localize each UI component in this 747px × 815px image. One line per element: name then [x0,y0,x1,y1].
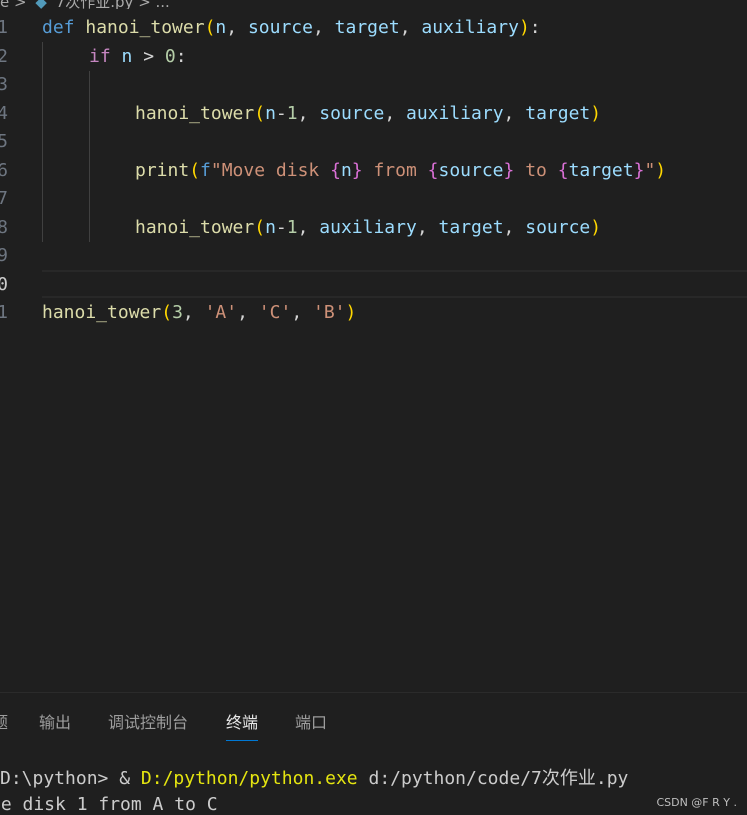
line-number: 2 [0,45,8,67]
tab-debug-console[interactable]: 调试控制台 [108,709,188,733]
variable: target [568,159,634,181]
bracket: } [351,159,363,181]
string: "Move disk [210,159,331,181]
tab-terminal[interactable]: 终端 [226,709,259,741]
function-name: hanoi_tower [135,102,255,124]
terminal-argument: d:/python/code/7次作业.py [357,768,629,789]
code-line[interactable]: print(f"Move disk {n} from {source} to {… [135,157,666,186]
tab-problems[interactable]: 题 [0,709,8,733]
number: 0 [164,45,176,67]
line-number: 8 [0,216,8,238]
breadcrumb-suffix[interactable]: > ... [138,0,170,9]
breadcrumb-file[interactable]: 7次作业.py [56,0,134,9]
terminal-command-line[interactable]: D:\python> & D:/python/python.exe d:/pyt… [0,766,628,792]
code-line[interactable]: def hanoi_tower(n, source, target, auxil… [42,14,541,43]
breadcrumb-prefix: e > [0,0,27,9]
punctuation: : [175,45,187,67]
function-name: hanoi_tower [135,216,255,238]
parameter: auxiliary [421,17,519,38]
bracket: { [427,159,439,181]
variable: n [121,45,133,67]
punctuation: , [399,17,422,38]
bracket: ( [189,159,201,181]
variable: target [438,216,504,238]
indent-guide [42,42,43,242]
tab-output[interactable]: 输出 [39,709,71,733]
terminal-output-line: ve disk 1 from A to C [0,794,218,815]
punctuation: , [312,17,335,38]
function-name: print [135,159,190,181]
variable: source [525,216,591,238]
number: 1 [286,216,298,238]
current-line-highlight [42,270,747,298]
variable: auxiliary [319,216,417,238]
string: " [644,159,656,181]
bracket: ) [655,159,667,181]
bracket: } [633,159,645,181]
function-name: hanoi_tower [42,302,162,323]
string: from [362,159,428,181]
bracket: ) [518,17,530,38]
breadcrumb[interactable]: e > ◆ 7次作业.py > ... [0,0,170,9]
operator: - [275,216,287,238]
bracket: ( [254,216,266,238]
variable: n [265,216,276,238]
variable: n [265,102,276,124]
string: 'A' [204,302,238,323]
line-number: 1 [0,17,8,38]
bracket: ( [161,302,173,323]
string: to [514,159,558,181]
bracket: { [330,159,341,181]
bracket: ) [345,302,357,323]
terminal-executable: D:/python/python.exe [140,768,358,789]
line-number: 5 [0,131,8,152]
indent-guide [89,71,90,242]
bracket: { [557,159,569,181]
string: 'B' [313,302,346,323]
python-file-icon: ◆ [35,0,47,9]
keyword: if [89,45,111,67]
variable: source [438,159,504,181]
parameter: n [215,17,227,38]
string: 'C' [258,302,292,323]
number: 3 [172,302,183,323]
fstring-prefix: f [200,159,211,181]
line-number: 6 [0,159,8,181]
bottom-panel: 题 输出 调试控制台 终端 端口 D:\python> & D:/python/… [0,692,747,815]
code-line[interactable]: hanoi_tower(n-1, auxiliary, target, sour… [135,214,601,243]
code-line[interactable]: hanoi_tower(3, 'A', 'C', 'B') [42,299,356,328]
code-editor[interactable]: 1 2 3 4 5 6 7 8 9 0 1 def hanoi_tower(n,… [0,14,747,694]
parameter: target [334,17,400,38]
operator: > [132,45,165,67]
bracket: } [503,159,515,181]
line-number-active: 0 [0,273,8,295]
variable: source [319,102,385,124]
keyword: def [42,17,75,38]
tab-ports[interactable]: 端口 [295,709,327,733]
code-line[interactable]: hanoi_tower(n-1, source, auxiliary, targ… [135,100,601,129]
bracket: ) [590,216,602,238]
bracket: ) [590,102,602,124]
number: 1 [286,102,298,124]
variable: n [340,159,352,181]
variable: target [525,102,591,124]
punctuation: : [529,17,541,38]
bracket: ( [254,102,266,124]
line-number: 7 [0,188,8,209]
watermark: CSDN @F R Y . [656,796,737,809]
variable: auxiliary [406,102,504,124]
terminal-prompt: D:\python> & [0,768,141,789]
line-number: 1 [0,302,8,323]
line-number: 9 [0,245,8,266]
line-number: 4 [0,102,8,124]
parameter: source [247,17,313,38]
line-number: 3 [0,74,8,95]
operator: - [275,102,287,124]
bracket: ( [204,17,216,38]
code-line[interactable]: if n > 0: [89,43,187,72]
punctuation: , [226,17,248,38]
function-name: hanoi_tower [85,17,205,38]
